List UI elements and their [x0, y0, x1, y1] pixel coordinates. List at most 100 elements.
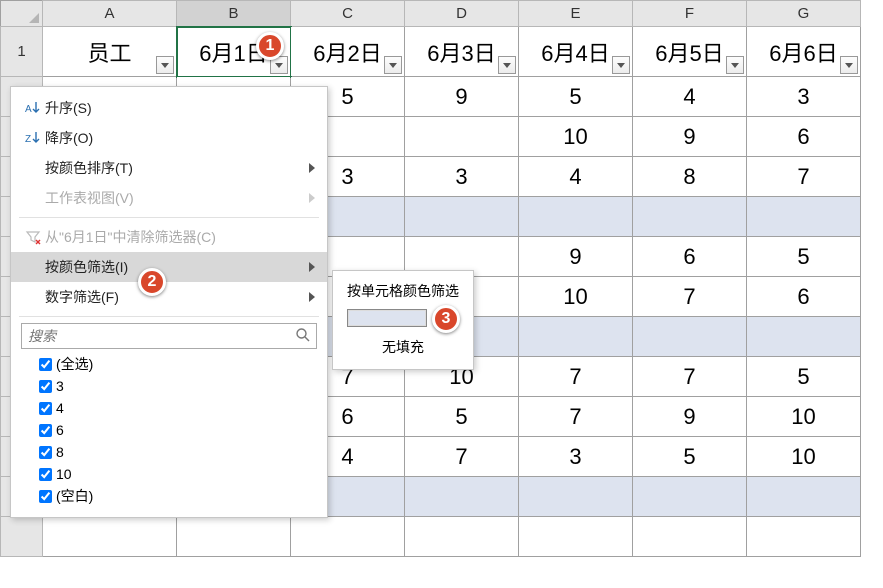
filter-checkbox[interactable]	[39, 358, 52, 371]
filter-checkbox[interactable]	[39, 380, 52, 393]
data-cell[interactable]	[177, 517, 291, 557]
header-cell[interactable]: 6月2日	[291, 27, 405, 77]
column-header[interactable]: F	[633, 1, 747, 27]
filter-check-item[interactable]: 8	[39, 441, 313, 463]
filter-checkbox[interactable]	[39, 468, 52, 481]
column-header[interactable]: E	[519, 1, 633, 27]
filter-check-item[interactable]: 6	[39, 419, 313, 441]
data-cell[interactable]	[405, 197, 519, 237]
header-cell-label: 6月2日	[313, 41, 381, 66]
data-cell[interactable]: 5	[747, 357, 861, 397]
filter-check-item[interactable]: (空白)	[39, 485, 313, 507]
header-cell-label: 员工	[87, 41, 131, 66]
data-cell[interactable]: 10	[519, 277, 633, 317]
select-all-corner[interactable]	[1, 1, 43, 27]
data-cell[interactable]: 7	[747, 157, 861, 197]
column-header[interactable]: G	[747, 1, 861, 27]
filter-check-label: 8	[56, 444, 64, 460]
filter-checkbox[interactable]	[39, 402, 52, 415]
data-cell[interactable]	[405, 117, 519, 157]
data-cell[interactable]: 6	[633, 237, 747, 277]
data-cell[interactable]	[519, 477, 633, 517]
filter-dropdown-button[interactable]	[156, 56, 174, 74]
data-cell[interactable]	[633, 477, 747, 517]
filter-checkbox[interactable]	[39, 490, 52, 503]
data-cell[interactable]: 7	[405, 437, 519, 477]
column-header[interactable]: A	[43, 1, 177, 27]
filter-check-label: 6	[56, 422, 64, 438]
menu-sort-desc[interactable]: Z 降序(O)	[11, 123, 327, 153]
data-cell[interactable]: 7	[633, 357, 747, 397]
data-cell[interactable]: 7	[633, 277, 747, 317]
data-cell[interactable]	[519, 517, 633, 557]
data-cell[interactable]: 10	[747, 397, 861, 437]
data-cell[interactable]	[747, 477, 861, 517]
data-cell[interactable]	[291, 517, 405, 557]
data-cell[interactable]	[519, 317, 633, 357]
data-cell[interactable]: 5	[633, 437, 747, 477]
data-cell[interactable]: 7	[519, 397, 633, 437]
filter-search-input[interactable]	[21, 323, 317, 349]
data-cell[interactable]: 9	[405, 77, 519, 117]
menu-sort-by-color[interactable]: 按颜色排序(T)	[11, 153, 327, 183]
data-cell[interactable]	[43, 517, 177, 557]
menu-label: 降序(O)	[45, 128, 315, 148]
filter-dropdown-button[interactable]	[498, 56, 516, 74]
filter-check-item[interactable]: 3	[39, 375, 313, 397]
data-cell[interactable]: 3	[747, 77, 861, 117]
column-header[interactable]: B	[177, 1, 291, 27]
data-cell[interactable]	[747, 517, 861, 557]
data-cell[interactable]: 5	[519, 77, 633, 117]
header-cell[interactable]: 6月3日	[405, 27, 519, 77]
data-cell[interactable]	[519, 197, 633, 237]
filter-dropdown-button[interactable]	[384, 56, 402, 74]
data-cell[interactable]: 9	[633, 397, 747, 437]
sort-desc-icon: Z	[21, 130, 45, 146]
data-cell[interactable]	[633, 317, 747, 357]
sort-asc-icon: A	[21, 100, 45, 116]
data-cell[interactable]: 10	[519, 117, 633, 157]
data-cell[interactable]	[405, 517, 519, 557]
menu-sort-asc[interactable]: A 升序(S)	[11, 93, 327, 123]
data-cell[interactable]: 5	[405, 397, 519, 437]
data-cell[interactable]: 6	[747, 117, 861, 157]
data-cell[interactable]: 3	[405, 157, 519, 197]
menu-label: 从"6月1日"中清除筛选器(C)	[45, 227, 315, 247]
data-cell[interactable]	[747, 317, 861, 357]
filter-check-item[interactable]: 10	[39, 463, 313, 485]
data-cell[interactable]	[633, 517, 747, 557]
header-cell-label: 6月3日	[427, 41, 495, 66]
header-cell[interactable]: 员工	[43, 27, 177, 77]
filter-checkbox[interactable]	[39, 424, 52, 437]
no-fill-option[interactable]: 无填充	[333, 333, 473, 361]
column-header[interactable]: C	[291, 1, 405, 27]
filter-check-item[interactable]: (全选)	[39, 353, 313, 375]
filter-checkbox[interactable]	[39, 446, 52, 459]
data-cell[interactable]: 7	[519, 357, 633, 397]
header-cell[interactable]: 6月4日	[519, 27, 633, 77]
data-cell[interactable]	[633, 197, 747, 237]
data-cell[interactable]: 10	[747, 437, 861, 477]
menu-filter-by-color[interactable]: 按颜色筛选(I)	[11, 252, 327, 282]
data-cell[interactable]: 4	[519, 157, 633, 197]
data-cell[interactable]	[747, 197, 861, 237]
data-cell[interactable]: 9	[519, 237, 633, 277]
data-cell[interactable]: 6	[747, 277, 861, 317]
data-cell[interactable]: 9	[633, 117, 747, 157]
header-cell[interactable]: 6月6日	[747, 27, 861, 77]
row-header[interactable]	[1, 517, 43, 557]
data-cell[interactable]: 4	[633, 77, 747, 117]
column-header[interactable]: D	[405, 1, 519, 27]
filter-check-item[interactable]: 4	[39, 397, 313, 419]
row-header[interactable]: 1	[1, 27, 43, 77]
data-cell[interactable]: 3	[519, 437, 633, 477]
color-swatch[interactable]	[347, 309, 427, 327]
menu-number-filter[interactable]: 数字筛选(F)	[11, 282, 327, 312]
filter-dropdown-button[interactable]	[726, 56, 744, 74]
filter-dropdown-button[interactable]	[612, 56, 630, 74]
data-cell[interactable]	[405, 477, 519, 517]
data-cell[interactable]: 5	[747, 237, 861, 277]
header-cell[interactable]: 6月5日	[633, 27, 747, 77]
filter-dropdown-button[interactable]	[840, 56, 858, 74]
data-cell[interactable]: 8	[633, 157, 747, 197]
